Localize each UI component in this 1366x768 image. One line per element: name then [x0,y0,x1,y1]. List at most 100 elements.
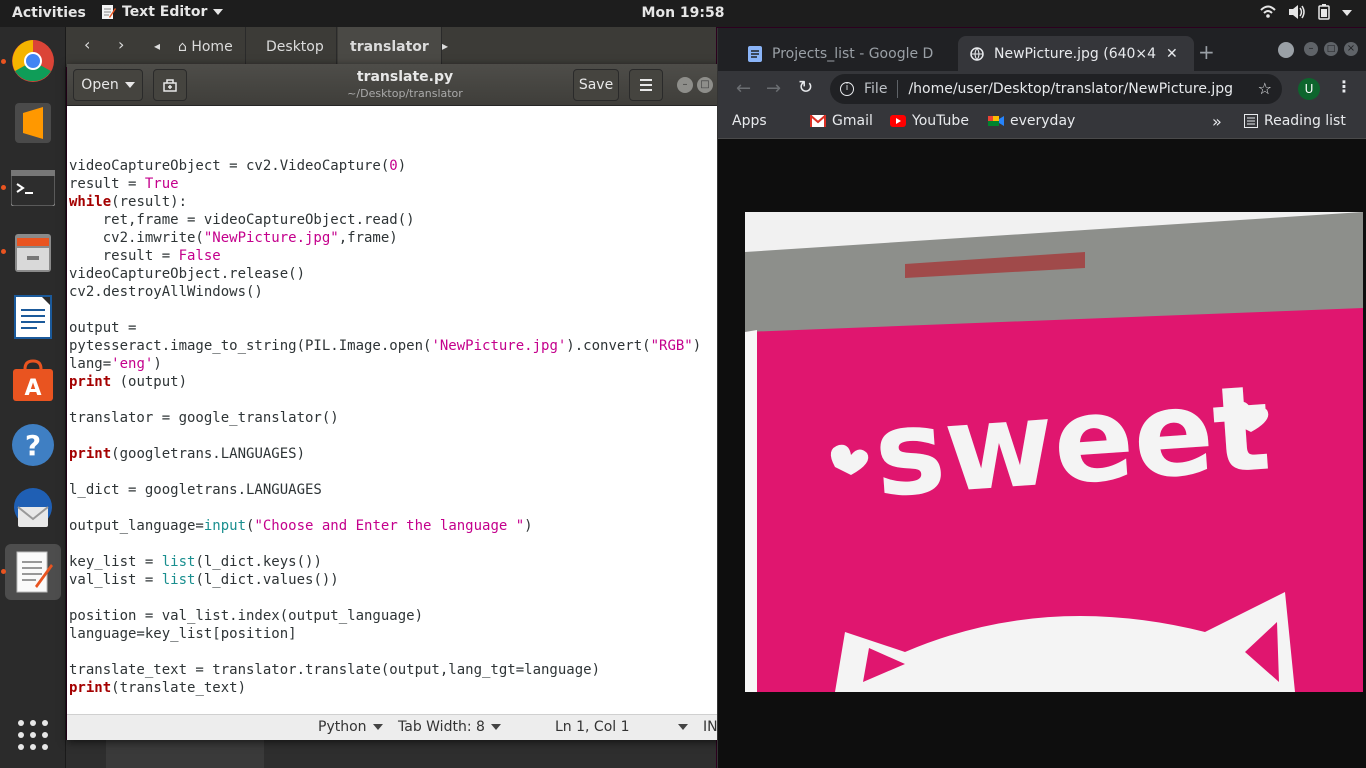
code-line: output_language=input("Choose and Enter … [69,517,701,535]
dock-text-editor[interactable] [5,544,61,600]
dock-terminal[interactable] [5,160,61,216]
save-button[interactable]: Save [573,69,619,101]
code-token: cv2.imwrite( [69,230,204,246]
code-editor[interactable]: videoCaptureObject = cv2.VideoCapture(0)… [69,139,701,697]
app-menu-label: Text Editor [122,4,208,20]
code-token: val_list = [69,572,162,588]
more-menu-icon[interactable]: ⋮ [1336,77,1352,96]
dock-sublime[interactable] [5,95,61,151]
tab-search-icon[interactable] [1278,42,1294,58]
bookmark-label: YouTube [912,113,969,129]
code-line: print(googletrans.LANGUAGES) [69,445,701,463]
bookmark-youtube[interactable]: YouTube [890,113,969,129]
dock-chrome[interactable] [5,33,61,89]
back-icon[interactable]: ← [736,78,751,99]
code-token: False [178,248,221,264]
gmail-icon [810,115,826,127]
tab-width-selector[interactable]: Tab Width: 8 [398,719,501,735]
path-left-icon[interactable]: ◂ [154,39,160,53]
code-line: translate_text = translator.translate(ou… [69,661,701,679]
bookmark-gmail[interactable]: Gmail [810,113,873,129]
chevron-down-icon [124,82,135,88]
reading-list-button[interactable]: Reading list [1244,113,1346,129]
help-icon: ? [12,424,54,466]
code-line: position = val_list.index(output_languag… [69,607,701,625]
code-line: videoCaptureObject = cv2.VideoCapture(0) [69,157,701,175]
code-token: ) [692,338,702,354]
code-token: 'eng' [111,356,154,372]
new-document-icon [163,79,177,92]
star-icon[interactable]: ☆ [1258,79,1272,98]
battery-icon [1318,4,1330,20]
reload-icon[interactable]: ↻ [798,77,813,98]
path-right-icon[interactable]: ▸ [442,39,448,53]
close-icon[interactable]: × [1344,42,1358,56]
url-divider [897,80,899,98]
cursor-position-selector[interactable]: Ln 1, Col 1 [555,719,688,735]
bookmark-everyday[interactable]: everyday [988,113,1075,129]
system-tray[interactable] [1260,4,1352,20]
back-icon[interactable]: ‹ [84,35,90,54]
tab-label: Projects_list - Google D [772,45,934,62]
language-selector[interactable]: Python [318,719,383,735]
code-token: list [161,554,196,570]
more-bookmarks-icon[interactable]: » [1212,112,1222,131]
info-icon[interactable]: i [840,82,854,96]
tab-projects-list[interactable]: Projects_list - Google D [726,36,954,71]
hamburger-menu-button[interactable] [629,69,663,101]
close-tab-icon[interactable]: ✕ [1166,46,1178,62]
address-bar[interactable]: i File /home/user/Desktop/translator/New… [830,74,1282,104]
maximize-icon[interactable]: □ [697,77,713,93]
text-editor-icon [16,551,53,593]
dock-software[interactable]: A [5,353,61,409]
running-indicator [1,569,6,574]
youtube-icon [890,115,906,127]
breadcrumb-desktop[interactable]: Desktop [254,27,337,67]
text-editor-window: Open translate.py ~/Desktop/translator S… [67,64,743,740]
tab-newpicture[interactable]: NewPicture.jpg (640×48 ✕ [958,36,1194,71]
app-menu[interactable]: Text Editor [100,4,224,20]
tab-width-label: Tab Width: 8 [398,719,485,735]
chevron-down-icon [213,9,224,15]
new-tab-icon[interactable]: + [1198,40,1215,64]
breadcrumb-translator[interactable]: translator [338,27,442,67]
minimize-icon[interactable]: – [677,77,693,93]
bookmarks-bar: Apps Gmail YouTube everyday » Reading li… [718,107,1366,139]
files-icon [15,234,51,272]
dock-writer[interactable] [5,289,61,345]
minimize-icon[interactable]: – [1304,42,1318,56]
code-line: result = False [69,247,701,265]
code-token: (result): [111,194,188,210]
code-line: language=key_list[position] [69,625,701,643]
bookmark-apps[interactable]: Apps [732,113,767,129]
code-line: cv2.destroyAllWindows() [69,283,701,301]
code-token: print [69,680,112,696]
maximize-icon[interactable]: □ [1324,42,1338,56]
show-applications-button[interactable] [5,707,61,763]
code-token: videoCaptureObject = cv2.VideoCapture( [69,158,390,174]
chrome-icon [12,40,54,82]
forward-icon[interactable]: → [766,78,781,99]
code-line: pytesseract.image_to_string(PIL.Image.op… [69,337,701,355]
new-tab-button[interactable] [153,69,187,101]
code-line: print (output) [69,373,701,391]
code-token: (output) [111,374,188,390]
clock[interactable]: Mon 19:58 [642,5,725,21]
open-button[interactable]: Open [73,69,143,101]
dock-help[interactable]: ? [5,417,61,473]
volume-icon [1289,5,1305,19]
code-line: output = [69,319,701,337]
dock-files[interactable] [5,224,61,280]
new-picture-image[interactable]: sweet [745,212,1363,692]
code-line: translator = google_translator() [69,409,701,427]
profile-avatar[interactable]: U [1298,78,1320,100]
dock-thunderbird[interactable] [5,481,61,537]
activities-button[interactable]: Activities [12,5,86,21]
code-line: ret,frame = videoCaptureObject.read() [69,211,701,229]
forward-icon[interactable]: › [118,35,124,54]
breadcrumb-home[interactable]: ⌂ Home [166,27,246,67]
code-token: videoCaptureObject.release() [69,266,306,282]
